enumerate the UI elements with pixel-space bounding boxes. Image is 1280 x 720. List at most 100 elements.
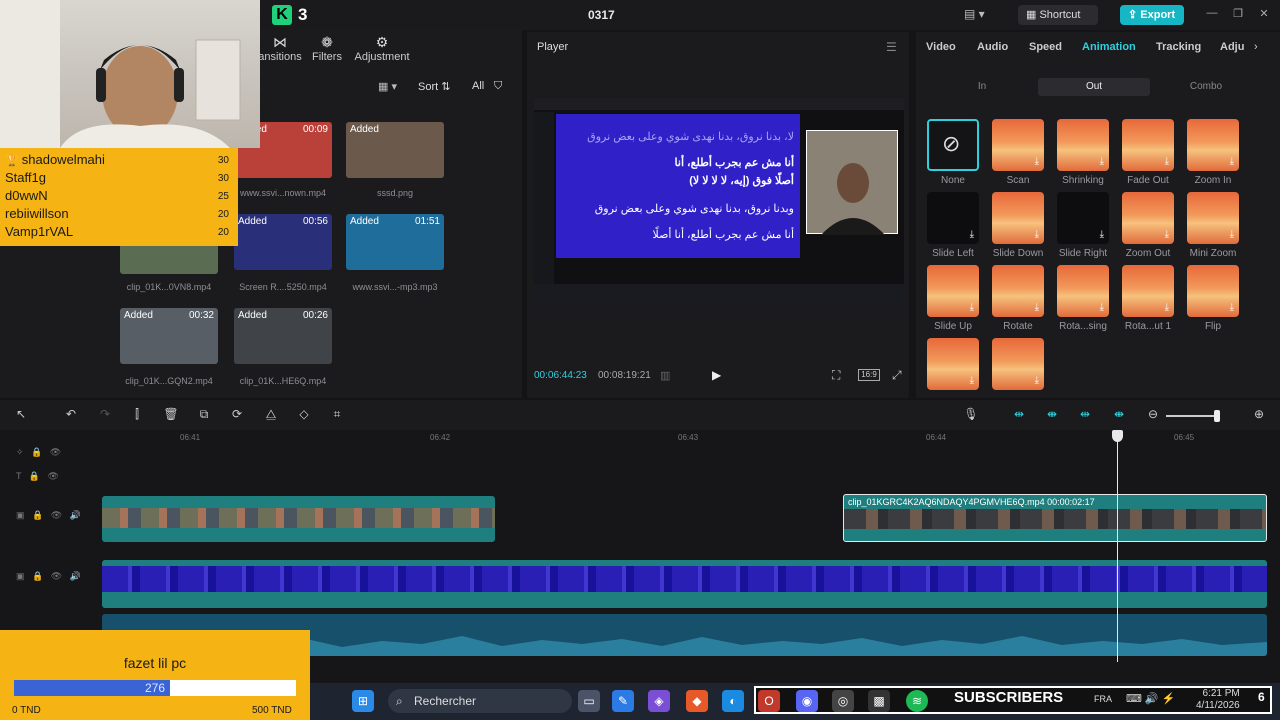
freeze-icon[interactable]: ⧉ xyxy=(195,407,213,425)
clip-name: sssd.png xyxy=(376,188,414,198)
track-controls-effects[interactable]: ✧ 🔒 👁 xyxy=(16,447,61,458)
property-tab[interactable]: Speed xyxy=(1029,41,1062,53)
track-controls-text[interactable]: T 🔒 👁 xyxy=(16,471,59,482)
tool-tab-adjustment[interactable]: ⚙ Adjustment xyxy=(352,34,412,63)
taskbar-clock[interactable]: 6:21 PM 4/11/2026 xyxy=(1196,688,1240,712)
spotify-icon[interactable]: ≋ xyxy=(906,690,928,712)
tool-tab-transitions[interactable]: ⋈ ansitions xyxy=(258,34,302,63)
redo-icon[interactable]: ↷ xyxy=(96,407,114,425)
app-icon[interactable]: ▩ xyxy=(868,690,890,712)
rotate-icon[interactable]: ◇ xyxy=(295,407,313,425)
edge-browser-icon[interactable]: ◐ xyxy=(722,690,744,712)
track-controls-video[interactable]: ▣ 🔒 👁 🔊 xyxy=(16,510,81,521)
export-button[interactable]: ⇪ Export xyxy=(1120,5,1184,25)
main-track-clip[interactable] xyxy=(102,560,1267,608)
crop-icon[interactable]: ⌗ xyxy=(328,407,346,425)
editor-app-icon[interactable]: ✎ xyxy=(612,690,634,712)
zoom-slider[interactable] xyxy=(1166,415,1218,417)
grid-view-icon[interactable]: ▦ ▾ xyxy=(378,80,408,96)
split-icon[interactable]: ⫿ xyxy=(128,407,146,425)
animation-option[interactable]: ⤓ xyxy=(927,338,979,390)
animation-option[interactable]: ⤓ xyxy=(992,119,1044,171)
clip-name: www.ssvi...-mp3.mp3 xyxy=(352,282,438,292)
taskbar-search[interactable]: ⌕ Rechercher xyxy=(388,689,572,713)
main-track-icon[interactable]: ⇼ xyxy=(1110,407,1128,425)
zoom-out-icon[interactable]: ⊖ xyxy=(1144,407,1162,425)
animation-option[interactable]: ⤓ xyxy=(1122,119,1174,171)
sort-button[interactable]: Sort ⇅ xyxy=(418,80,450,93)
media-clip-thumbnail[interactable] xyxy=(120,244,218,274)
preview-browser-bar xyxy=(534,98,904,110)
maximize-icon[interactable]: ❐ xyxy=(1230,7,1246,23)
property-tab[interactable]: Animation xyxy=(1082,41,1136,53)
shortcut-button[interactable]: ▦ Shortcut xyxy=(1018,5,1098,25)
opera-icon[interactable]: O xyxy=(758,690,780,712)
close-icon[interactable]: ✕ xyxy=(1256,7,1272,23)
animation-sub-tab[interactable]: In xyxy=(926,78,1038,96)
chevron-right-icon[interactable]: › xyxy=(1254,41,1258,53)
media-clip-thumbnail[interactable]: Added 01:51 xyxy=(346,214,444,270)
microphone-icon[interactable]: 🎙 xyxy=(962,407,980,425)
select-tool-icon[interactable]: ↖ xyxy=(12,407,30,425)
funnel-icon[interactable]: ⛉ xyxy=(494,80,502,93)
layout-icon[interactable]: ▤ ▾ xyxy=(964,7,990,23)
brave-browser-icon[interactable]: ◆ xyxy=(686,690,708,712)
playhead-handle[interactable] xyxy=(1112,430,1123,442)
timeline-grid-icon[interactable]: ▥ xyxy=(660,369,670,382)
preview-axis-icon[interactable]: ⇹ xyxy=(1076,407,1094,425)
snap-icon[interactable]: ⇹ xyxy=(1010,407,1028,425)
timeline-clip-selected[interactable]: clip_01KGRC4K2AQ6NDAQY4PGMVHE6Q.mp4 00:0… xyxy=(843,494,1267,542)
zoom-in-icon[interactable]: ⊕ xyxy=(1250,407,1268,425)
property-tab[interactable]: Audio xyxy=(977,41,1008,53)
mirror-icon[interactable]: ⧋ xyxy=(262,407,280,425)
animation-option[interactable]: ⤓ xyxy=(1057,265,1109,317)
language-indicator[interactable]: FRA xyxy=(1094,694,1112,704)
expand-icon[interactable]: ⤢ xyxy=(892,368,902,383)
discord-icon[interactable]: ◉ xyxy=(796,690,818,712)
animation-option[interactable]: ⤓ xyxy=(1057,119,1109,171)
animation-option[interactable]: ⤓ xyxy=(1122,192,1174,244)
reverse-icon[interactable]: ⟳ xyxy=(228,407,246,425)
video-preview[interactable]: لا، بدنا نروق، بدنا نهدى شوي وعلى بعض نر… xyxy=(534,98,904,306)
playhead[interactable] xyxy=(1117,430,1118,662)
animation-option[interactable]: ⤓ xyxy=(992,265,1044,317)
minimize-icon[interactable]: — xyxy=(1204,7,1220,23)
media-clip-thumbnail[interactable]: Added 00:26 xyxy=(234,308,332,364)
media-clip-thumbnail[interactable]: Added 00:56 xyxy=(234,214,332,270)
animation-sub-tab[interactable]: Combo xyxy=(1150,78,1262,96)
menu-icon[interactable]: ☰ xyxy=(886,40,897,54)
animation-option[interactable]: ⤓ xyxy=(992,192,1044,244)
property-tab[interactable]: Adju xyxy=(1220,41,1244,53)
copilot-icon[interactable]: ◈ xyxy=(648,690,670,712)
filter-all-button[interactable]: All xyxy=(472,80,484,92)
animation-option[interactable]: ⤓ xyxy=(1057,192,1109,244)
animation-option[interactable]: ⤓ xyxy=(927,192,979,244)
timeline-clip[interactable] xyxy=(102,496,495,542)
animation-option[interactable]: ⤓ xyxy=(927,265,979,317)
file-explorer-icon[interactable]: ▭ xyxy=(578,690,600,712)
tool-tab-filters[interactable]: ❁ Filters xyxy=(308,34,346,63)
animation-option[interactable]: ⤓ xyxy=(1122,265,1174,317)
zoom-slider-handle[interactable] xyxy=(1214,410,1220,422)
obs-icon[interactable]: ◎ xyxy=(832,690,854,712)
animation-sub-tab[interactable]: Out xyxy=(1038,78,1150,96)
property-tab[interactable]: Tracking xyxy=(1156,41,1201,53)
media-clip-thumbnail[interactable]: Added 00:32 xyxy=(120,308,218,364)
system-tray-icons[interactable]: ⌨ 🔊 ⚡ xyxy=(1126,692,1175,705)
animation-option[interactable]: ⤓ xyxy=(1187,119,1239,171)
delete-icon[interactable]: 🗑 xyxy=(162,407,180,425)
animation-option[interactable]: ⤓ xyxy=(1187,192,1239,244)
animation-option[interactable]: ⤓ xyxy=(992,338,1044,390)
media-clip-thumbnail[interactable]: Added xyxy=(346,122,444,178)
animation-option[interactable]: ⊘ xyxy=(927,119,979,171)
undo-icon[interactable]: ↶ xyxy=(62,407,80,425)
track-controls-main[interactable]: ▣ 🔒 👁 🔊 xyxy=(16,571,81,582)
property-tab[interactable]: Video xyxy=(926,41,956,53)
windows-start-icon[interactable]: ⊞ xyxy=(352,690,374,712)
notification-count[interactable]: 6 xyxy=(1258,690,1265,704)
animation-option[interactable]: ⤓ xyxy=(1187,265,1239,317)
fullscreen-crop-icon[interactable]: ⛶ xyxy=(832,368,840,383)
play-button[interactable]: ▶ xyxy=(712,368,721,382)
aspect-ratio-button[interactable]: 16:9 xyxy=(858,369,880,381)
link-icon[interactable]: ⇼ xyxy=(1043,407,1061,425)
